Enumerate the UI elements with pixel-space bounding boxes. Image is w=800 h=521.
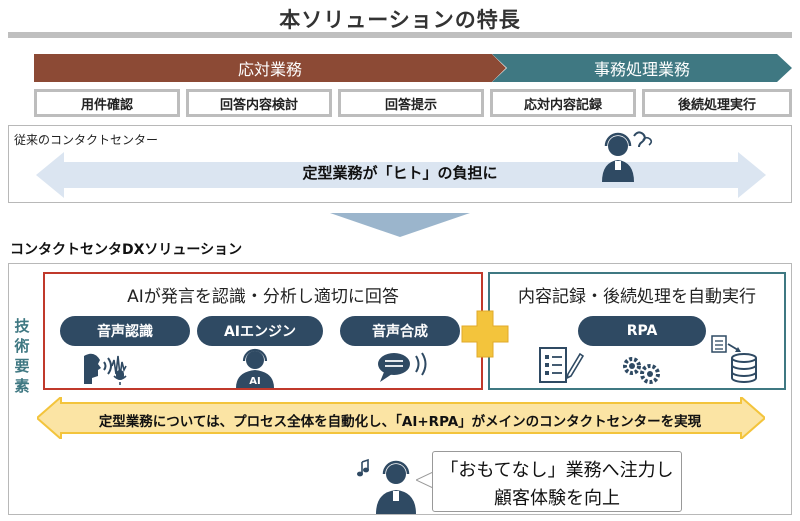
- operator-music-icon: [357, 458, 416, 514]
- ai-operator-icon: AI: [236, 348, 274, 388]
- gears-icon: [623, 357, 660, 384]
- pill-speech-synthesis: 音声合成: [340, 316, 460, 346]
- step-inquiry: 用件確認: [34, 89, 180, 117]
- plus-icon: [461, 310, 509, 358]
- phase-banner-backoffice: 事務処理業務: [492, 54, 792, 82]
- step-answer-review: 回答内容検討: [186, 89, 332, 117]
- operator-thinking-icon: [602, 131, 653, 182]
- pill-voice-recognition: 音声認識: [60, 316, 190, 346]
- voice-recognition-icon: [84, 353, 127, 385]
- step-answer-present: 回答提示: [338, 89, 484, 117]
- ai-badge: AI: [249, 376, 260, 387]
- rpa-box-title: 内容記録・後続処理を自動実行: [518, 287, 756, 307]
- traditional-label: 従来のコンタクトセンター: [14, 133, 159, 147]
- omotenashi-line2: 顧客体験を向上: [494, 488, 620, 509]
- title-underline: [8, 32, 792, 38]
- phase-banner-response: 応対業務: [34, 54, 506, 82]
- tech-elements-label: 技術要素: [14, 317, 30, 395]
- automation-text: 定型業務については、プロセス全体を自動化し、「AI+RPA」がメインのコンタクト…: [98, 414, 702, 430]
- step-followup: 後続処理実行: [642, 89, 792, 117]
- pill-rpa: RPA: [578, 316, 706, 346]
- database-icon: [711, 335, 757, 383]
- down-arrow: [330, 213, 470, 237]
- step-record: 応対内容記録: [490, 89, 636, 117]
- checklist-icon: [539, 347, 584, 383]
- dx-section-label: コンタクトセンタDXソリューション: [10, 242, 243, 258]
- traditional-arrow-text: 定型業務が「ヒト」の負担に: [302, 164, 498, 182]
- pill-ai-engine: AIエンジン: [197, 316, 323, 346]
- page-title: 本ソリューションの特長: [279, 8, 521, 32]
- ai-box-title: AIが発言を認識・分析し適切に回答: [127, 287, 399, 307]
- speech-bubble-icon: [378, 352, 427, 382]
- omotenashi-line1: 「おもてなし」業務へ注力し: [440, 460, 674, 481]
